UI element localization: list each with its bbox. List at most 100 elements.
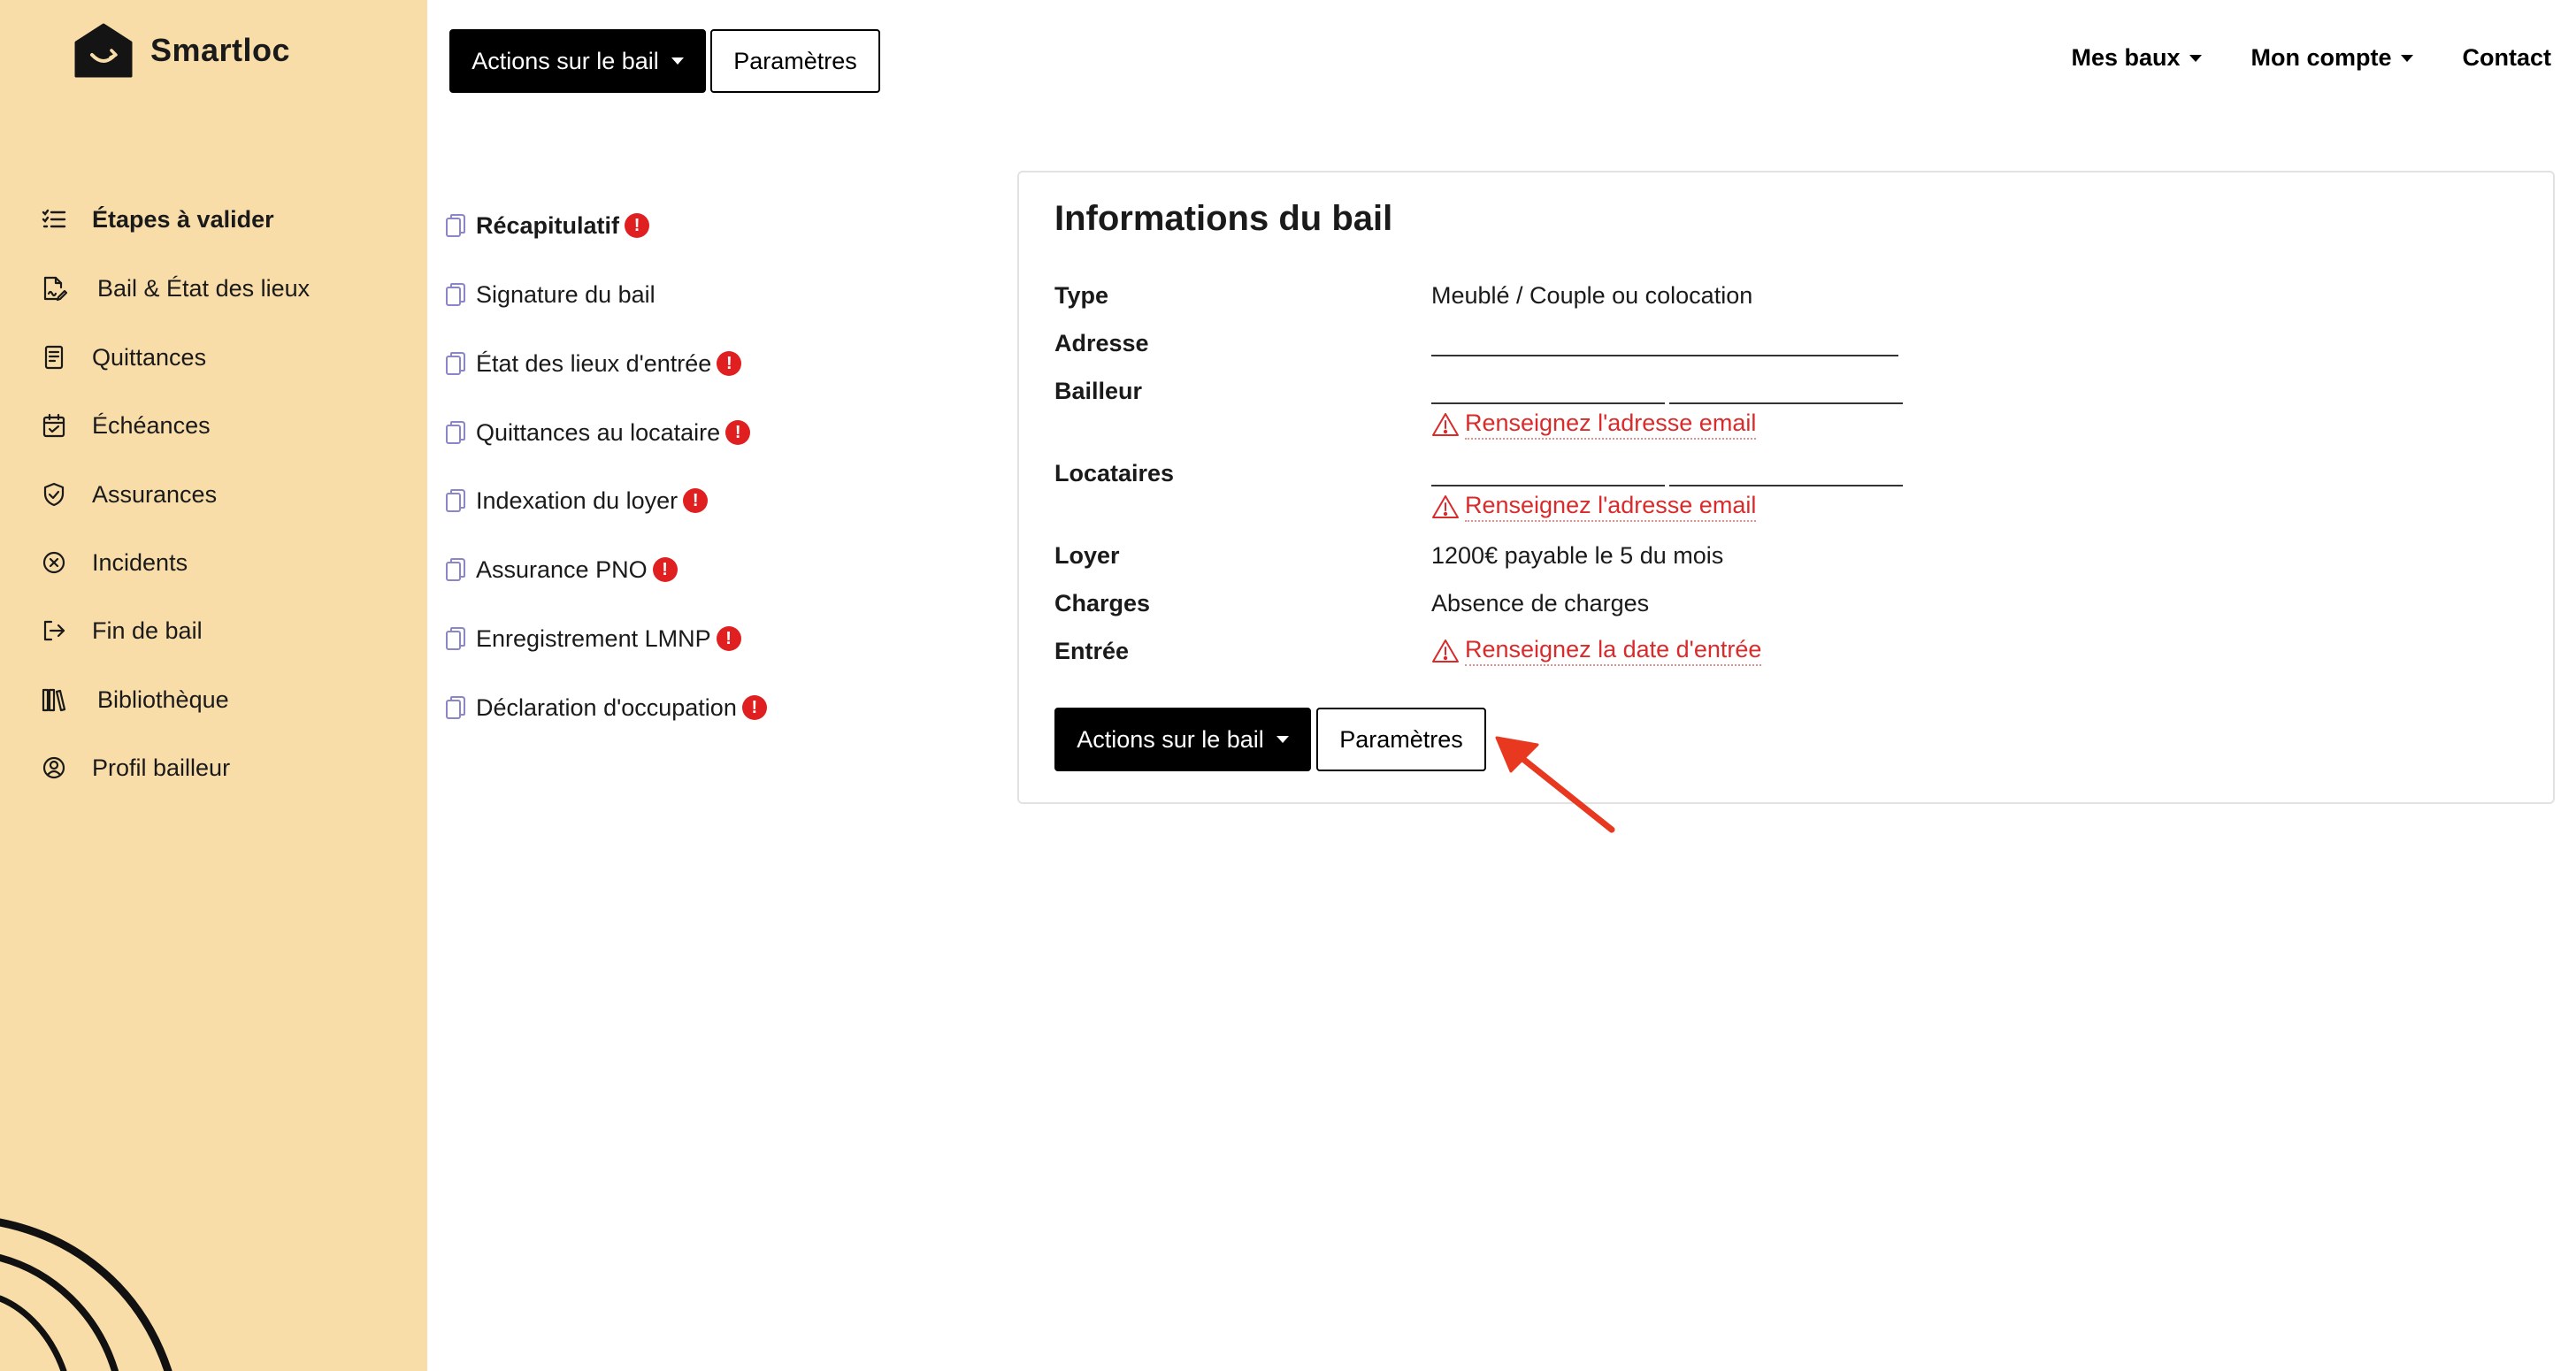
address-blank: [1431, 355, 1898, 356]
step-item[interactable]: État des lieux d'entrée!: [444, 344, 742, 383]
step-item[interactable]: Indexation du loyer!: [444, 481, 709, 520]
top-nav: Mes baux Mon compte Contact: [2071, 44, 2551, 72]
x-circle-icon: [39, 548, 69, 578]
step-item[interactable]: Assurance PNO!: [444, 550, 678, 589]
sidebar-item-assurances[interactable]: Assurances: [39, 475, 217, 514]
entry-label: Entrée: [1054, 638, 1130, 664]
calendar-check-icon: [39, 410, 69, 440]
landlord-email-warning-text: Renseignez l'adresse email: [1465, 410, 1757, 440]
copy-document-icon: [444, 212, 467, 239]
tenant-first-name-blank: [1431, 485, 1665, 486]
landlord-last-name-blank: [1669, 402, 1903, 404]
step-label: Indexation du loyer: [476, 486, 678, 514]
step-item[interactable]: Récapitulatif!: [444, 206, 650, 245]
signed-document-icon: [39, 273, 69, 303]
chevron-down-icon: [671, 57, 684, 65]
user-circle-icon: [39, 753, 69, 783]
house-logo-icon: [74, 23, 133, 78]
copy-document-icon: [444, 419, 467, 446]
copy-document-icon: [444, 556, 467, 583]
rent-value: 1200€ payable le 5 du mois: [1431, 542, 1724, 569]
warning-triangle-icon: [1432, 640, 1459, 663]
step-label: Déclaration d'occupation: [476, 693, 737, 721]
brand-logo[interactable]: Smartloc: [74, 23, 290, 78]
step-item[interactable]: Enregistrement LMNP!: [444, 619, 741, 658]
step-label: Signature du bail: [476, 280, 656, 308]
sidebar-item-label: Étapes à valider: [92, 205, 274, 233]
sidebar-item-label: Quittances: [92, 343, 207, 371]
receipt-icon: [39, 342, 69, 372]
brand-name: Smartloc: [150, 32, 291, 68]
card-actions-dropdown-button[interactable]: Actions sur le bail: [1054, 708, 1311, 771]
my-account-label: Mon compte: [2250, 44, 2392, 71]
copy-document-icon: [444, 281, 467, 308]
tenant-email-warning-text: Renseignez l'adresse email: [1465, 492, 1757, 522]
alert-badge-icon: !: [717, 351, 742, 376]
alert-badge-icon: !: [725, 420, 751, 445]
sidebar-item-label: Assurances: [92, 480, 218, 508]
type-value: Meublé / Couple ou colocation: [1431, 282, 1753, 309]
card-settings-button[interactable]: Paramètres: [1316, 708, 1486, 771]
alert-badge-icon: !: [683, 488, 709, 513]
sidebar-item-label: Bibliothèque: [97, 686, 229, 713]
chevron-down-icon: [2189, 54, 2202, 62]
sidebar-item-quittances[interactable]: Quittances: [39, 338, 206, 377]
sidebar-item-bail[interactable]: Bail & État des lieux: [39, 269, 310, 308]
tenant-last-name-blank: [1669, 485, 1903, 486]
alert-badge-icon: !: [625, 213, 650, 238]
step-item[interactable]: Déclaration d'occupation!: [444, 688, 767, 727]
copy-document-icon: [444, 350, 467, 377]
card-settings-label: Paramètres: [1339, 725, 1463, 753]
sidebar-item-profil[interactable]: Profil bailleur: [39, 748, 230, 787]
sidebar-item-label: Bail & État des lieux: [97, 274, 310, 302]
sidebar-item-label: Fin de bail: [92, 617, 203, 644]
sidebar-item-fin-de-bail[interactable]: Fin de bail: [39, 611, 203, 650]
alert-badge-icon: !: [741, 695, 767, 720]
decorative-arcs: [0, 1218, 172, 1371]
type-label: Type: [1054, 282, 1109, 309]
chevron-down-icon: [1276, 736, 1289, 743]
landlord-first-name-blank: [1431, 402, 1665, 404]
card-actions-label: Actions sur le bail: [1077, 725, 1264, 753]
contact-link[interactable]: Contact: [2463, 44, 2552, 72]
sidebar: Smartloc Étapes à valider Bail & État de…: [0, 0, 427, 1371]
lease-info-card: Informations du bail Type Meublé / Coupl…: [1017, 171, 2555, 804]
copy-document-icon: [444, 487, 467, 514]
landlord-label: Bailleur: [1054, 378, 1143, 404]
sidebar-item-etapes[interactable]: Étapes à valider: [39, 200, 274, 239]
entry-date-warning-text: Renseignez la date d'entrée: [1465, 636, 1762, 666]
entry-date-warning[interactable]: Renseignez la date d'entrée: [1431, 636, 1762, 666]
step-label: Quittances au locataire: [476, 418, 721, 446]
my-account-menu[interactable]: Mon compte: [2251, 44, 2413, 72]
address-label: Adresse: [1054, 330, 1149, 356]
exit-icon: [39, 616, 69, 646]
sidebar-item-label: Incidents: [92, 548, 188, 576]
step-item[interactable]: Signature du bail: [444, 275, 656, 314]
library-icon: [39, 685, 69, 715]
step-label: Récapitulatif: [476, 211, 620, 239]
sidebar-item-incidents[interactable]: Incidents: [39, 543, 188, 582]
landlord-email-warning[interactable]: Renseignez l'adresse email: [1431, 410, 1757, 440]
tenant-email-warning[interactable]: Renseignez l'adresse email: [1431, 492, 1757, 522]
chevron-down-icon: [2400, 54, 2413, 62]
step-item[interactable]: Quittances au locataire!: [444, 413, 751, 452]
copy-document-icon: [444, 625, 467, 652]
rent-label: Loyer: [1054, 542, 1120, 569]
alert-badge-icon: !: [652, 557, 678, 582]
step-label: Enregistrement LMNP: [476, 624, 711, 652]
warning-triangle-icon: [1432, 495, 1459, 518]
my-leases-label: Mes baux: [2071, 44, 2181, 71]
card-title: Informations du bail: [1054, 199, 1393, 238]
sidebar-item-label: Échéances: [92, 411, 211, 439]
shield-check-icon: [39, 479, 69, 509]
sidebar-item-bibliotheque[interactable]: Bibliothèque: [39, 680, 229, 719]
warning-triangle-icon: [1432, 413, 1459, 436]
sidebar-item-label: Profil bailleur: [92, 754, 231, 781]
sidebar-item-echeances[interactable]: Échéances: [39, 406, 211, 445]
my-leases-menu[interactable]: Mes baux: [2071, 44, 2202, 72]
actions-dropdown-button[interactable]: Actions sur le bail: [449, 29, 706, 93]
actions-label: Actions sur le bail: [472, 47, 659, 74]
settings-label: Paramètres: [733, 47, 857, 74]
settings-button[interactable]: Paramètres: [710, 29, 880, 93]
checklist-icon: [39, 204, 69, 234]
